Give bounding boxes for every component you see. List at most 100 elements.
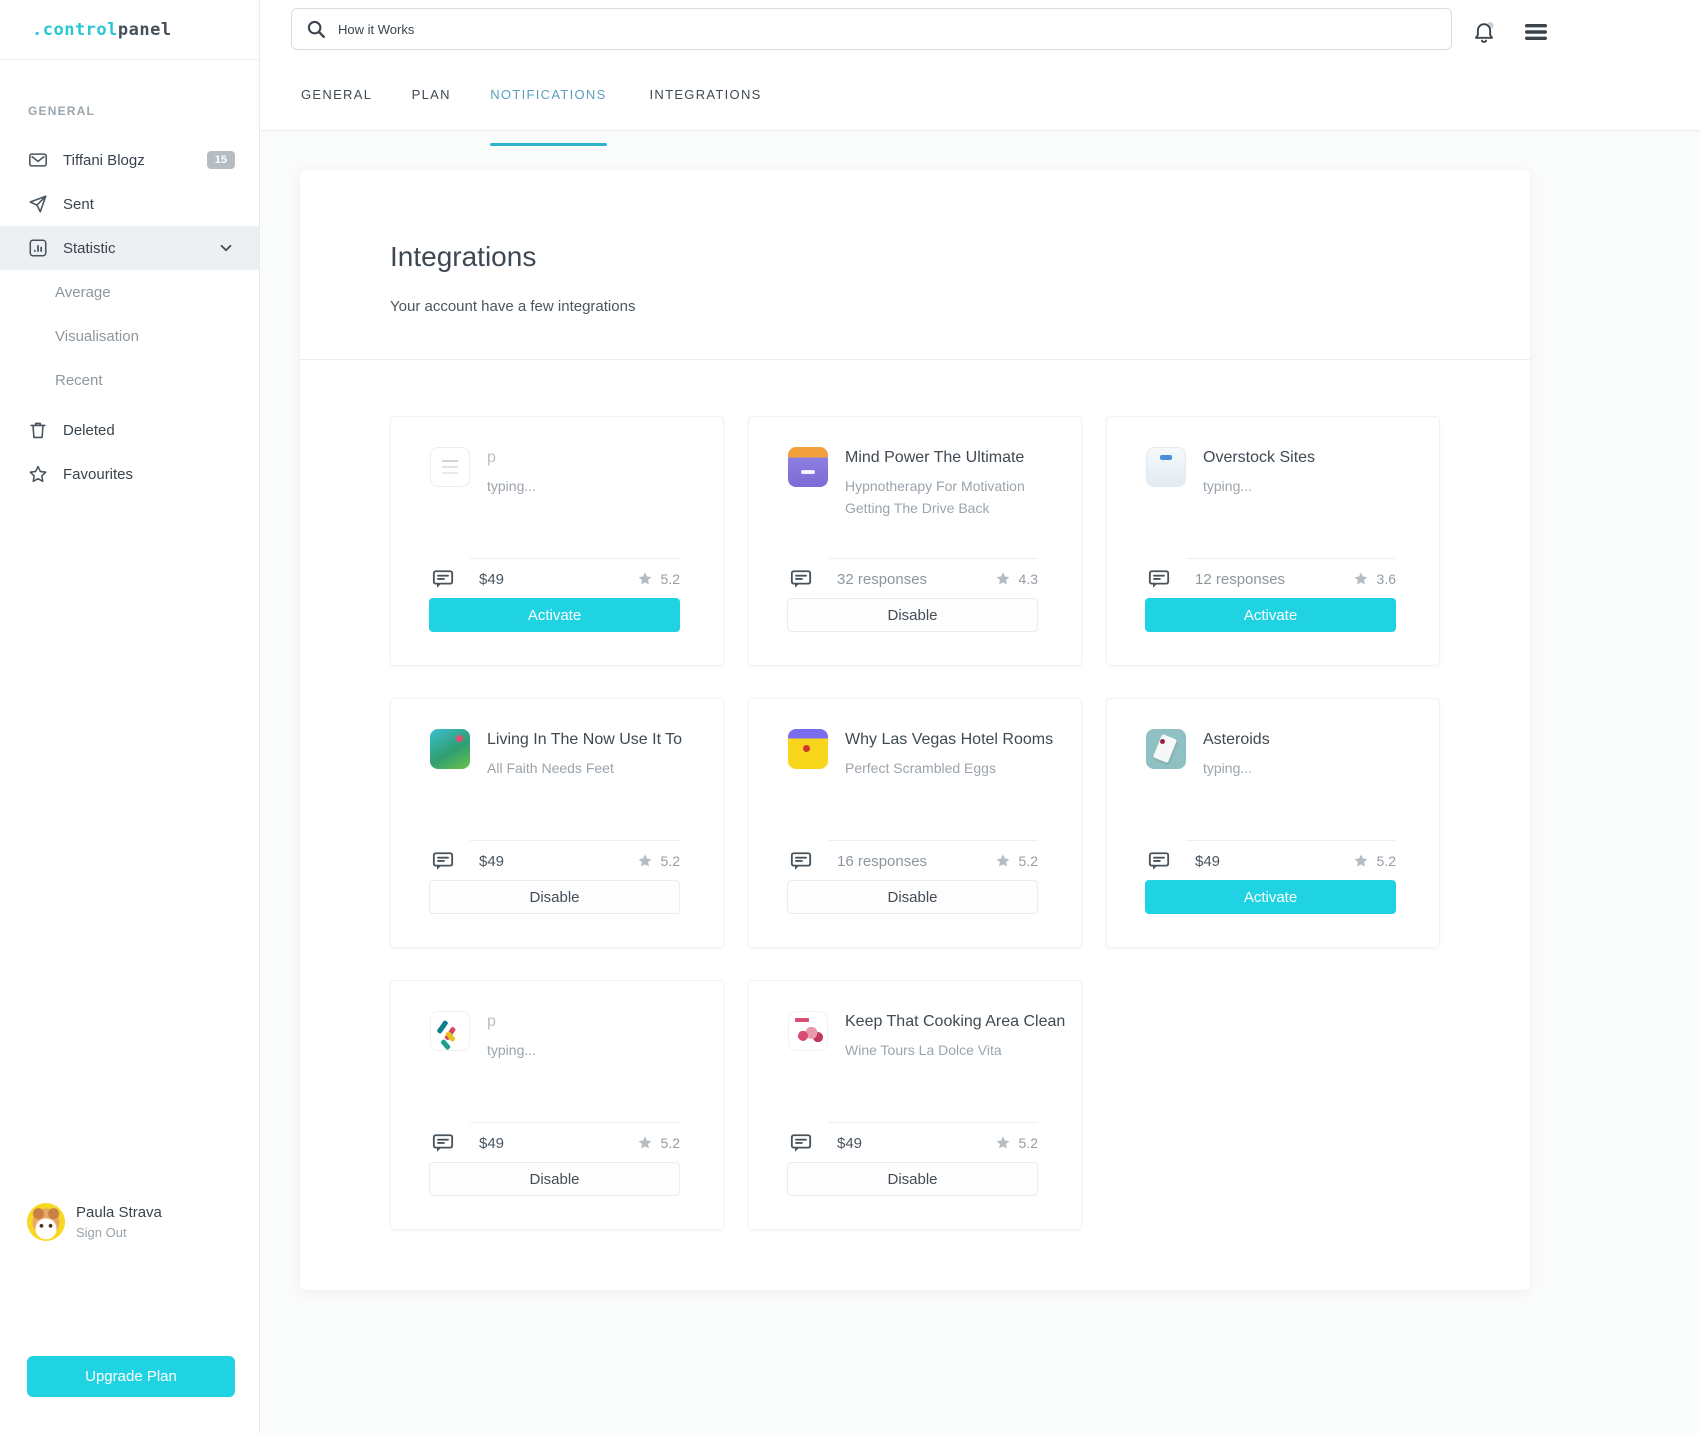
sidebar-item-label: Tiffani Blogz xyxy=(63,152,145,169)
user-block: Paula Strava Sign Out xyxy=(27,1203,162,1241)
sidebar-item-deleted[interactable]: Deleted xyxy=(0,408,259,452)
sidebar-item-label: Favourites xyxy=(63,466,133,483)
settings-tabs: GENERAL PLAN NOTIFICATIONS INTEGRATIONS xyxy=(301,69,767,130)
logo-row: .controlpanel xyxy=(0,0,259,60)
comment-icon xyxy=(790,851,812,872)
integration-title: Asteroids xyxy=(1203,731,1270,749)
sidebar-item-statistic[interactable]: Statistic xyxy=(0,226,259,270)
integration-thumbnail xyxy=(788,1011,828,1051)
search-input[interactable] xyxy=(338,22,1451,37)
integration-title: Living In The Now Use It To xyxy=(487,731,682,749)
divider xyxy=(828,558,1038,559)
sidebar-item-favourites[interactable]: Favourites xyxy=(0,452,259,496)
integration-metric: $49 xyxy=(479,571,504,588)
sign-out-link[interactable]: Sign Out xyxy=(76,1225,162,1240)
rating-value: 3.6 xyxy=(1377,571,1396,587)
integration-subtitle: typing... xyxy=(487,1039,536,1061)
integration-action-button[interactable]: Disable xyxy=(787,880,1038,914)
sidebar-subitem-visualisation[interactable]: Visualisation xyxy=(0,314,259,358)
sidebar-menu: Tiffani Blogz 15 Sent Statistic Average … xyxy=(0,138,259,496)
search-box[interactable] xyxy=(291,8,1452,50)
tab-integrations[interactable]: INTEGRATIONS xyxy=(645,85,767,130)
integration-action-button[interactable]: Disable xyxy=(787,1162,1038,1196)
rating-value: 5.2 xyxy=(1019,853,1038,869)
integration-subtitle: Hypnotherapy For Motivation Getting The … xyxy=(845,475,1061,519)
page-subtitle: Your account have a few integrations xyxy=(390,298,1530,315)
integration-card: Mind Power The Ultimate Hypnotherapy For… xyxy=(748,416,1082,666)
integration-action-button[interactable]: Disable xyxy=(787,598,1038,632)
integration-action-button[interactable]: Activate xyxy=(1145,880,1396,914)
rating-value: 5.2 xyxy=(1377,853,1396,869)
integration-thumbnail xyxy=(788,729,828,769)
integration-title: p xyxy=(487,449,536,467)
integration-action-button[interactable]: Disable xyxy=(429,880,680,914)
upgrade-plan-button[interactable]: Upgrade Plan xyxy=(27,1356,235,1397)
rating-star-icon xyxy=(1353,853,1369,869)
integration-action-button[interactable]: Activate xyxy=(429,598,680,632)
sidebar-item-label: Statistic xyxy=(63,240,116,257)
integration-metric: 16 responses xyxy=(837,853,927,870)
divider xyxy=(470,1122,680,1123)
integration-title: Why Las Vegas Hotel Rooms xyxy=(845,731,1053,749)
integration-thumbnail xyxy=(430,1011,470,1051)
logo-rest-text: panel xyxy=(118,20,172,40)
search-icon xyxy=(306,19,326,39)
hamburger-menu-icon[interactable] xyxy=(1524,23,1548,43)
paper-plane-icon xyxy=(28,194,48,214)
statistic-submenu: Average Visualisation Recent xyxy=(0,270,259,402)
integration-cards-grid: p typing... $49 5.2 Activate Mind Power … xyxy=(300,360,1530,1230)
integration-metric: 32 responses xyxy=(837,571,927,588)
comment-icon xyxy=(1148,569,1170,590)
divider xyxy=(470,840,680,841)
avatar[interactable] xyxy=(27,1203,65,1241)
integration-thumbnail xyxy=(1146,447,1186,487)
rating-star-icon xyxy=(995,571,1011,587)
sidebar-subitem-recent[interactable]: Recent xyxy=(0,358,259,402)
integration-metric: 12 responses xyxy=(1195,571,1285,588)
integration-metric: $49 xyxy=(479,1135,504,1152)
app-logo[interactable]: .controlpanel xyxy=(32,20,172,40)
sidebar-subitem-average[interactable]: Average xyxy=(0,270,259,314)
integration-title: p xyxy=(487,1013,536,1031)
rating-star-icon xyxy=(637,571,653,587)
integration-action-button[interactable]: Activate xyxy=(1145,598,1396,632)
integration-thumbnail xyxy=(430,447,470,487)
sidebar-section-label: GENERAL xyxy=(0,60,259,118)
integration-card: Asteroids typing... $49 5.2 Activate xyxy=(1106,698,1440,948)
trash-icon xyxy=(28,420,48,440)
integration-card: p typing... $49 5.2 Disable xyxy=(390,980,724,1230)
tab-general[interactable]: GENERAL xyxy=(301,85,372,130)
rating-value: 5.2 xyxy=(661,853,680,869)
notifications-bell-icon[interactable] xyxy=(1472,20,1496,46)
integration-subtitle: typing... xyxy=(487,475,536,497)
user-name: Paula Strava xyxy=(76,1204,162,1221)
integration-action-button[interactable]: Disable xyxy=(429,1162,680,1196)
comment-icon xyxy=(790,569,812,590)
integration-thumbnail xyxy=(1146,729,1186,769)
sidebar-item-label: Deleted xyxy=(63,422,115,439)
page-title: Integrations xyxy=(390,241,1530,273)
integration-subtitle: All Faith Needs Feet xyxy=(487,757,682,779)
integration-card: Why Las Vegas Hotel Rooms Perfect Scramb… xyxy=(748,698,1082,948)
chevron-down-icon xyxy=(217,239,235,257)
logo-accent-text: .control xyxy=(32,20,118,40)
tab-notifications[interactable]: NOTIFICATIONS xyxy=(490,85,606,130)
divider xyxy=(828,1122,1038,1123)
sidebar-item-label: Sent xyxy=(63,196,94,213)
comment-icon xyxy=(1148,851,1170,872)
integration-card: Keep That Cooking Area Clean Wine Tours … xyxy=(748,980,1082,1230)
bar-chart-icon xyxy=(28,238,48,258)
divider xyxy=(828,840,1038,841)
integration-metric: $49 xyxy=(479,853,504,870)
sidebar-item-sent[interactable]: Sent xyxy=(0,182,259,226)
sidebar-item-inbox[interactable]: Tiffani Blogz 15 xyxy=(0,138,259,182)
integration-subtitle: typing... xyxy=(1203,757,1270,779)
divider xyxy=(1186,558,1396,559)
rating-star-icon xyxy=(995,1135,1011,1151)
comment-icon xyxy=(432,1133,454,1154)
rating-value: 5.2 xyxy=(1019,1135,1038,1151)
divider xyxy=(470,558,680,559)
integration-subtitle: typing... xyxy=(1203,475,1315,497)
tab-plan[interactable]: PLAN xyxy=(410,85,452,130)
star-icon xyxy=(28,464,48,484)
